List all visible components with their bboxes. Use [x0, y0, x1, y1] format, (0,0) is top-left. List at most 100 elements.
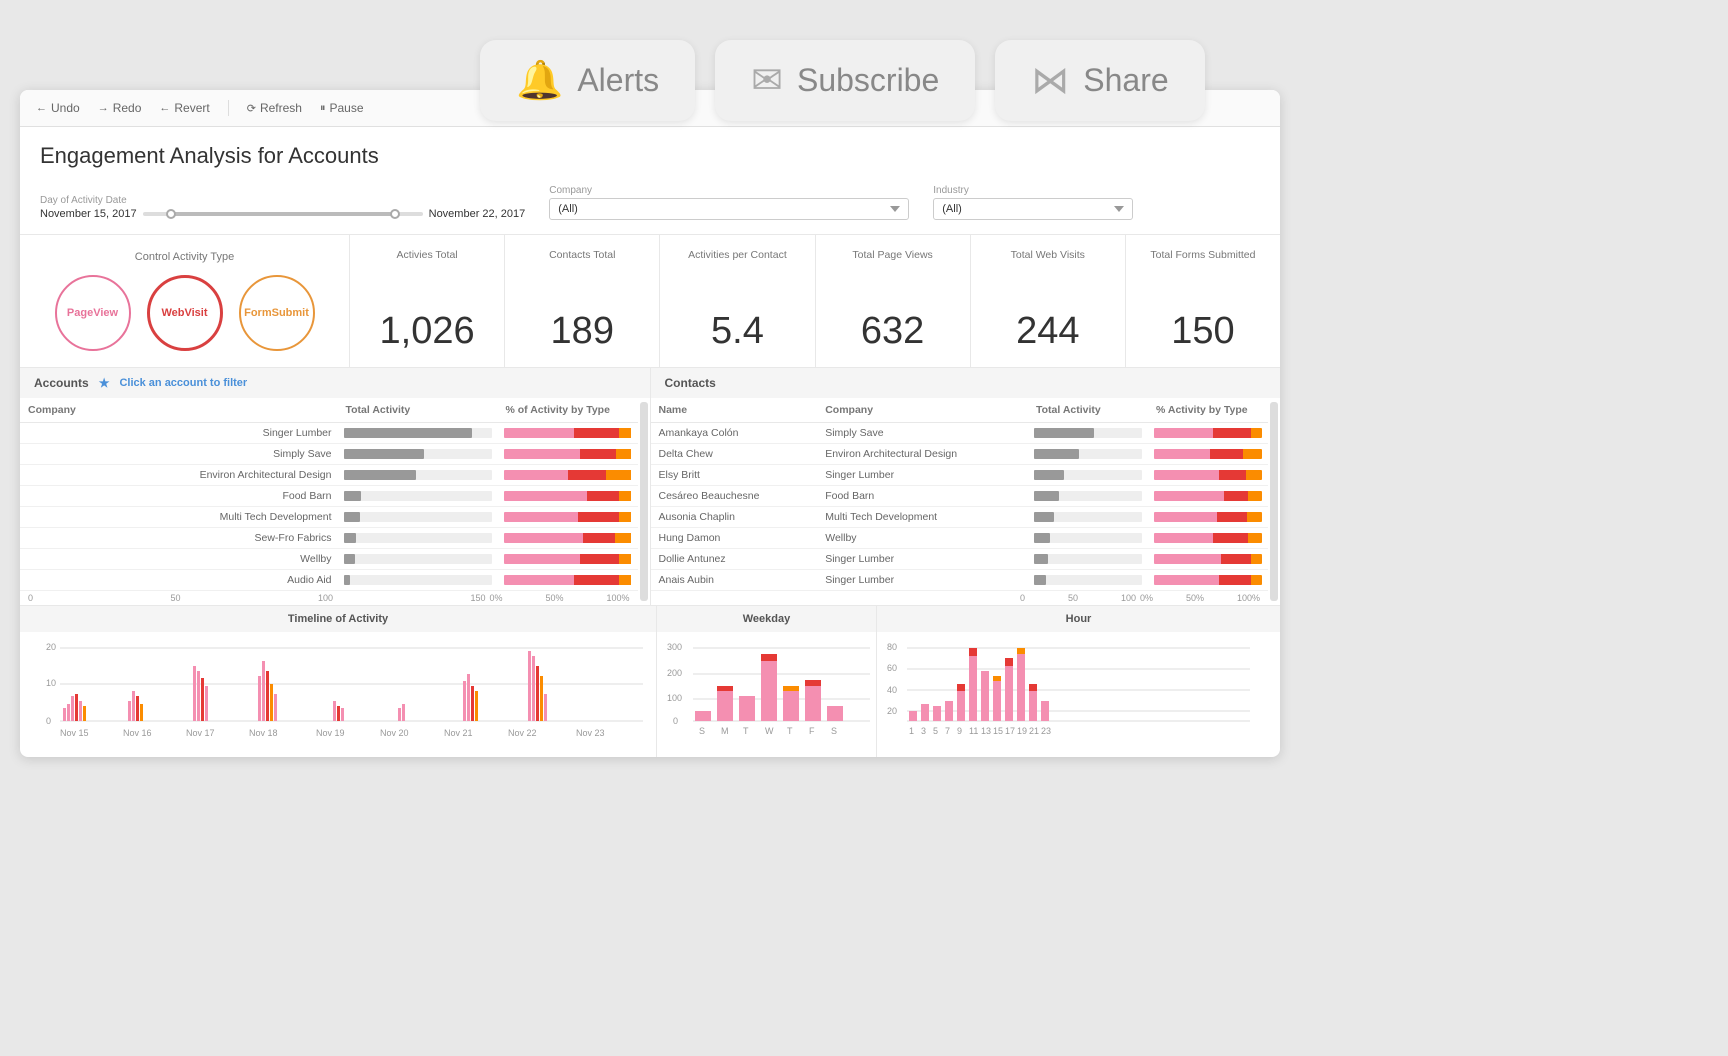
accounts-table-row[interactable]: Audio Aid	[20, 570, 638, 591]
kpi-contacts-total: Contacts Total 189	[505, 235, 660, 367]
revert-button[interactable]: ← Revert	[159, 101, 209, 115]
h-bar-13	[981, 671, 989, 721]
hx-11: 11	[969, 726, 978, 736]
timeline-bar	[258, 676, 261, 721]
kpi-page-views: Total Page Views 632	[816, 235, 971, 367]
dashboard-card: ← Undo → Redo ← Revert ⟳ Refresh ⏸ Pause	[20, 90, 1280, 757]
refresh-button[interactable]: ⟳ Refresh	[247, 101, 302, 115]
account-pct-cell	[498, 486, 638, 507]
hour-header: Hour	[877, 606, 1280, 632]
timeline-bar	[402, 704, 405, 721]
contacts-table-row[interactable]: Ausonia Chaplin Multi Tech Development	[651, 507, 1269, 528]
date-start-value: November 15, 2017	[40, 208, 137, 220]
wx-m: M	[721, 726, 729, 736]
contacts-table-row[interactable]: Dollie Antunez Singer Lumber	[651, 549, 1269, 570]
timeline-bars	[63, 651, 547, 721]
h-bar-15	[993, 681, 1001, 721]
date-handle-left[interactable]	[166, 209, 176, 219]
timeline-bar	[140, 704, 143, 721]
redo-label: Redo	[113, 101, 142, 115]
accounts-table-row[interactable]: Singer Lumber	[20, 423, 638, 444]
industry-filter-group: Industry (All)	[933, 185, 1133, 220]
account-activity-cell	[338, 486, 498, 507]
accounts-table-row[interactable]: Environ Architectural Design	[20, 465, 638, 486]
contact-name-cell: Hung Damon	[651, 528, 818, 549]
contacts-data-columns: Name Company Total Activity % Activity b…	[651, 398, 1269, 605]
contacts-table-row[interactable]: Amankaya Colón Simply Save	[651, 423, 1269, 444]
accounts-table-row[interactable]: Sew-Fro Fabrics	[20, 528, 638, 549]
pause-button[interactable]: ⏸ Pause	[320, 101, 364, 115]
contacts-table-row[interactable]: Anais Aubin Singer Lumber	[651, 570, 1269, 591]
wx-t1: T	[743, 726, 749, 736]
hy-40: 40	[887, 685, 897, 695]
wd-bar-s1	[695, 711, 711, 721]
account-pct-cell	[498, 549, 638, 570]
hx-1: 1	[909, 726, 914, 736]
kpi-contacts-value: 189	[551, 310, 614, 353]
accounts-table-row[interactable]: Wellby	[20, 549, 638, 570]
accounts-scrollbar[interactable]	[640, 402, 648, 601]
date-slider[interactable]	[143, 212, 423, 216]
contact-name-cell: Elsy Britt	[651, 465, 818, 486]
h-bar-11	[969, 656, 977, 721]
redo-icon: →	[98, 102, 109, 114]
date-end-value: November 22, 2017	[429, 208, 526, 220]
contacts-table-row[interactable]: Elsy Britt Singer Lumber	[651, 465, 1269, 486]
contacts-table-row[interactable]: Delta Chew Environ Architectural Design	[651, 444, 1269, 465]
kpi-per-contact-label: Activities per Contact	[688, 249, 787, 261]
kpi-per-contact-value: 5.4	[711, 310, 764, 353]
bell-icon: 🔔	[516, 59, 563, 103]
accounts-table-row[interactable]: Simply Save	[20, 444, 638, 465]
kpi-control-panel: Control Activity Type PageView WebVisit …	[20, 235, 350, 367]
timeline-bar	[528, 651, 531, 721]
share-button[interactable]: ⋈ Share	[995, 40, 1204, 121]
contacts-table: Name Company Total Activity % Activity b…	[651, 398, 1269, 591]
x-label-nov22: Nov 22	[508, 728, 537, 738]
account-company-cell: Wellby	[20, 549, 338, 570]
accounts-table-row[interactable]: Food Barn	[20, 486, 638, 507]
account-activity-cell	[338, 465, 498, 486]
contact-activity-cell	[1028, 423, 1148, 444]
contacts-table-row[interactable]: Cesáreo Beauchesne Food Barn	[651, 486, 1269, 507]
timeline-bar	[463, 681, 466, 721]
company-filter-select[interactable]: (All)	[549, 198, 909, 220]
kpi-forms-label: Total Forms Submitted	[1150, 249, 1255, 261]
accounts-filter-link[interactable]: Click an account to filter	[119, 377, 247, 389]
contacts-table-row[interactable]: Hung Damon Wellby	[651, 528, 1269, 549]
pause-label: Pause	[329, 101, 363, 115]
account-company-cell: Simply Save	[20, 444, 338, 465]
h-bar-15-orange	[993, 676, 1001, 681]
subscribe-label: Subscribe	[797, 62, 939, 99]
formsubmit-circle[interactable]: FormSubmit	[239, 275, 315, 351]
col-company-header: Company	[20, 398, 338, 423]
undo-label: Undo	[51, 101, 80, 115]
wd-bar-w	[761, 661, 777, 721]
h-bar-7	[945, 701, 953, 721]
contact-name-cell: Ausonia Chaplin	[651, 507, 818, 528]
timeline-bar	[471, 686, 474, 721]
undo-button[interactable]: ← Undo	[36, 101, 80, 115]
wd-bar-f	[805, 686, 821, 721]
account-pct-cell	[498, 444, 638, 465]
wd-bar-t1	[739, 696, 755, 721]
kpi-activities-label: Activies Total	[397, 249, 458, 261]
redo-button[interactable]: → Redo	[98, 101, 142, 115]
contact-company-cell: Wellby	[817, 528, 1028, 549]
timeline-bar	[270, 684, 273, 721]
pageview-circle[interactable]: PageView	[55, 275, 131, 351]
contact-activity-cell	[1028, 486, 1148, 507]
contacts-scrollbar[interactable]	[1270, 402, 1278, 601]
hx-23: 23	[1041, 726, 1051, 736]
share-label: Share	[1083, 62, 1168, 99]
industry-filter-select[interactable]: (All)	[933, 198, 1133, 220]
formsubmit-label: FormSubmit	[244, 307, 309, 319]
accounts-table-row[interactable]: Multi Tech Development	[20, 507, 638, 528]
contact-name-cell: Delta Chew	[651, 444, 818, 465]
x-label-nov23: Nov 23	[576, 728, 605, 738]
undo-icon: ←	[36, 102, 47, 114]
date-handle-right[interactable]	[390, 209, 400, 219]
subscribe-button[interactable]: ✉ Subscribe	[715, 40, 975, 121]
webvisit-circle[interactable]: WebVisit	[147, 275, 223, 351]
timeline-bar	[333, 701, 336, 721]
alerts-button[interactable]: 🔔 Alerts	[480, 40, 695, 121]
